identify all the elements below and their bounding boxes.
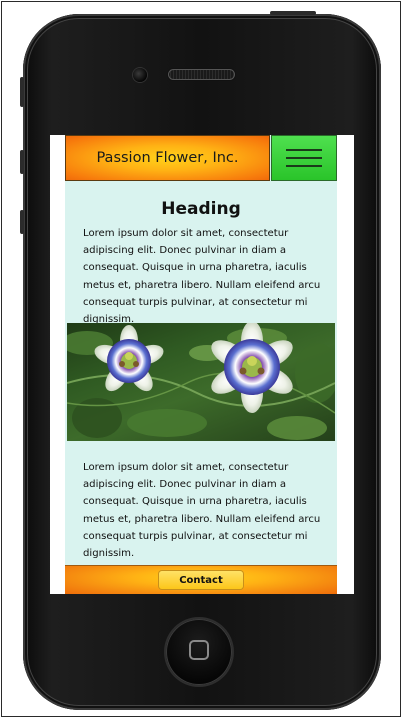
home-square-icon	[189, 640, 209, 660]
volume-up-button	[20, 150, 24, 174]
brand-logo-text[interactable]: Passion Flower, Inc.	[65, 135, 270, 181]
page-heading: Heading	[161, 199, 241, 219]
mobile-web-page: Passion Flower, Inc. Heading Lorem ipsum…	[65, 135, 337, 594]
contact-button[interactable]: Contact	[159, 571, 243, 589]
passion-flower-photo	[67, 323, 335, 441]
volume-down-button	[20, 210, 24, 234]
menu-button[interactable]	[271, 135, 337, 181]
body-paragraph: Lorem ipsum dolor sit amet, consectetur …	[83, 462, 321, 560]
sleep-button	[270, 11, 316, 15]
earpiece-speaker	[168, 69, 235, 80]
intro-paragraph: Lorem ipsum dolor sit amet, consectetur …	[83, 228, 321, 326]
phone-screen: Passion Flower, Inc. Heading Lorem ipsum…	[50, 135, 354, 594]
mute-switch	[20, 77, 24, 107]
site-header: Passion Flower, Inc.	[65, 135, 337, 181]
site-footer: Contact	[65, 565, 337, 594]
front-camera-icon	[133, 68, 147, 82]
